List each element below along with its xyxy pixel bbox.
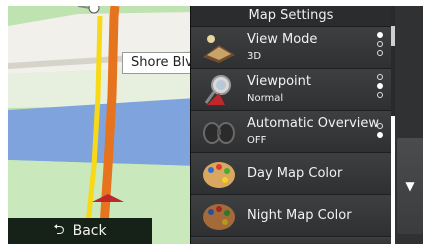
panel-title: Map Settings (191, 6, 391, 27)
triangle-down-icon: ▼ (405, 179, 415, 193)
map-settings-panel: Map Settings View Mode 3D Viewpoint Norm… (190, 6, 391, 244)
night-map-color-icon (203, 203, 235, 230)
day-map-color-label: Day Map Color (247, 165, 343, 181)
menu-item-viewpoint[interactable]: Viewpoint Normal (191, 69, 391, 111)
automatic-overview-option-indicator (377, 123, 383, 141)
menu-item-day-map-color[interactable]: Day Map Color (191, 153, 391, 195)
scroll-down-button[interactable]: ▼ (397, 138, 423, 234)
view-mode-icon (203, 34, 235, 63)
viewpoint-label: Viewpoint (247, 73, 312, 89)
back-button-label: Back (72, 223, 107, 239)
day-map-color-icon (203, 161, 235, 188)
automatic-overview-icon (203, 121, 235, 144)
automatic-overview-value: OFF (247, 134, 267, 146)
menu-item-view-mode[interactable]: View Mode 3D (191, 27, 391, 69)
view-mode-option-indicator (377, 32, 383, 59)
viewpoint-icon (204, 74, 231, 105)
next-menu-item-partial (191, 237, 391, 244)
back-button[interactable]: ⮌ Back (8, 218, 152, 244)
menu-item-automatic-overview[interactable]: Automatic Overview OFF (191, 111, 391, 153)
menu-item-night-map-color[interactable]: Night Map Color (191, 195, 391, 237)
view-mode-value: 3D (247, 50, 262, 62)
map-canvas (8, 6, 196, 244)
night-map-color-label: Night Map Color (247, 207, 352, 223)
map-view[interactable] (8, 6, 196, 244)
viewpoint-value: Normal (247, 92, 284, 104)
view-mode-label: View Mode (247, 31, 318, 47)
viewpoint-option-indicator (377, 74, 383, 101)
automatic-overview-label: Automatic Overview (247, 115, 380, 131)
back-arrow-icon: ⮌ (53, 222, 65, 238)
navigation-screen: Shore Blvd ⮌ Back Map Settings View Mode… (0, 0, 423, 244)
